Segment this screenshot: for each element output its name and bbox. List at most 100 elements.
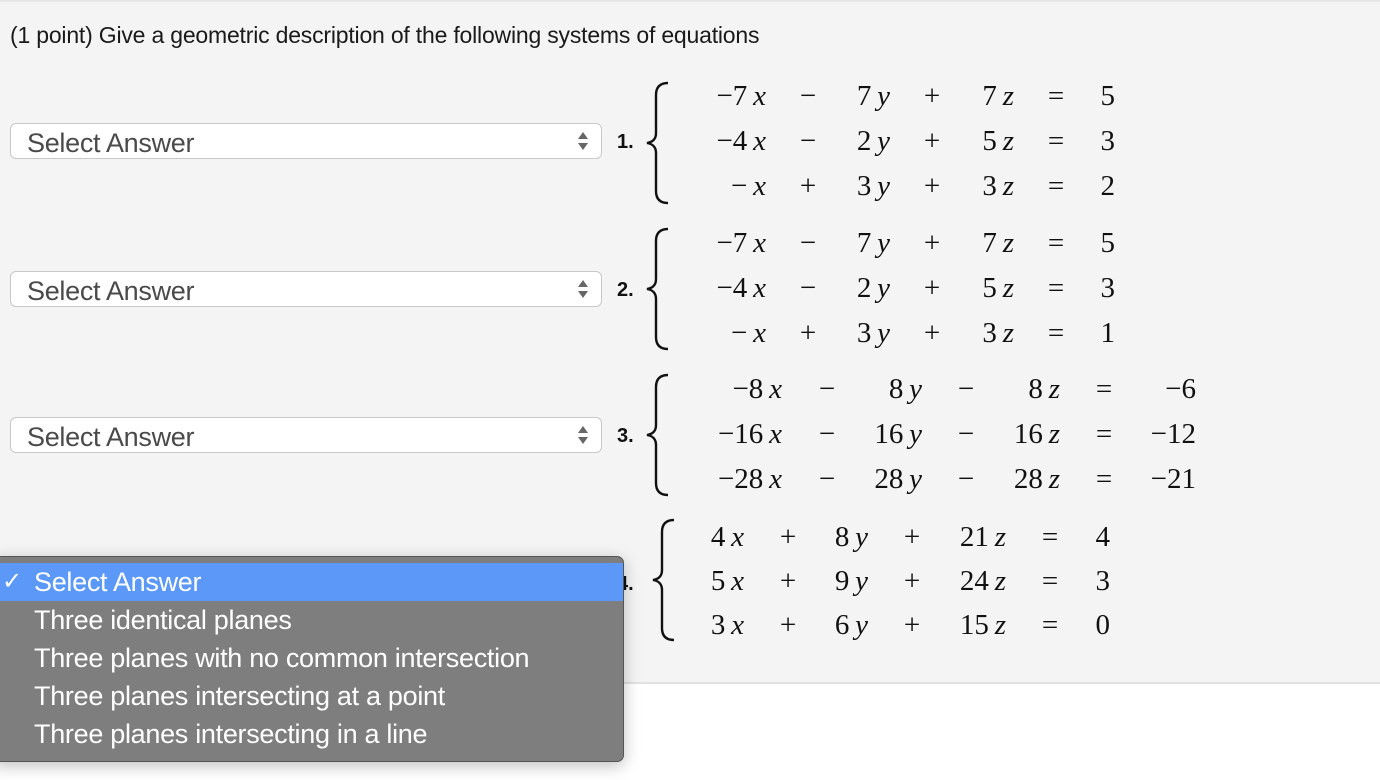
answer-select-4-menu[interactable]: ✓ Select Answer Three identical planes T…	[0, 556, 624, 762]
operator: +	[923, 317, 941, 349]
variable-z: z	[1042, 463, 1060, 495]
coefficient: 24	[959, 565, 989, 597]
right-hand-side: 2	[1100, 170, 1116, 202]
operator: −	[957, 463, 975, 495]
select-value: Select Answer	[27, 128, 195, 158]
select-value: Select Answer	[27, 422, 195, 452]
variable-y: y	[849, 521, 868, 553]
coefficient: 28	[874, 463, 904, 495]
coefficient: 3	[982, 317, 997, 349]
select-arrows-icon	[578, 426, 588, 444]
variable-z: z	[988, 609, 1006, 641]
variable-x: x	[725, 565, 744, 597]
right-hand-side: −6	[1165, 373, 1196, 405]
variable-x: x	[747, 80, 766, 112]
menu-option-intersecting-at-point[interactable]: Three planes intersecting at a point	[0, 677, 623, 715]
coefficient: 16	[874, 418, 904, 450]
right-hand-side: 5	[1100, 227, 1116, 259]
problem-number-1: 1.	[617, 131, 634, 153]
variable-x: x	[725, 521, 744, 553]
operator: −	[799, 125, 817, 157]
operator: +	[923, 227, 941, 259]
right-hand-side: 5	[1100, 80, 1116, 112]
coefficient: −	[730, 317, 748, 349]
coefficient: 7	[982, 80, 997, 112]
coefficient: −8	[732, 373, 764, 405]
coefficient: 21	[959, 521, 989, 553]
option-label: Three planes intersecting at a point	[34, 681, 445, 711]
coefficient: 8	[1028, 373, 1043, 405]
variable-z: z	[996, 170, 1014, 202]
coefficient: 3	[982, 170, 997, 202]
variable-x: x	[747, 227, 766, 259]
variable-y: y	[849, 609, 868, 641]
operator: −	[799, 80, 817, 112]
coefficient: 28	[1013, 463, 1043, 495]
problem-number-3: 3.	[617, 425, 634, 447]
term-x: −4 x	[646, 125, 766, 158]
term-x: −7 x	[646, 227, 766, 260]
operator: +	[903, 565, 921, 597]
variable-x: x	[763, 373, 782, 405]
term-x: −8 x	[662, 373, 782, 406]
variable-y: y	[849, 565, 868, 597]
variable-y: y	[871, 170, 890, 202]
problem-prompt: (1 point) Give a geometric description o…	[10, 22, 760, 48]
coefficient: 15	[959, 609, 989, 641]
coefficient: 6	[834, 609, 850, 641]
variable-y: y	[871, 80, 890, 112]
operator: +	[779, 609, 797, 641]
right-hand-side: −21	[1150, 463, 1196, 495]
option-label: Select Answer	[34, 567, 202, 597]
option-label: Three planes with no common intersection	[34, 643, 530, 673]
term-y: 6 y	[748, 609, 868, 642]
menu-option-intersecting-in-line[interactable]: Three planes intersecting in a line	[0, 715, 623, 753]
option-label: Three identical planes	[34, 605, 292, 635]
term-x: − x	[646, 317, 766, 350]
coefficient: 5	[982, 272, 997, 304]
term-x: −16 x	[662, 418, 782, 451]
menu-option-no-common-intersection[interactable]: Three planes with no common intersection	[0, 639, 623, 677]
coefficient: 2	[856, 272, 872, 304]
operator: +	[779, 565, 797, 597]
operator: +	[923, 80, 941, 112]
variable-y: y	[903, 463, 922, 495]
problem-number-2: 2.	[617, 279, 634, 301]
answer-select-1[interactable]: Select Answer	[10, 123, 602, 159]
operator: −	[957, 373, 975, 405]
variable-z: z	[988, 565, 1006, 597]
right-hand-side: 3	[1100, 125, 1116, 157]
menu-option-three-identical-planes[interactable]: Three identical planes	[0, 601, 623, 639]
variable-x: x	[747, 272, 766, 304]
term-x: −7 x	[646, 80, 766, 113]
variable-x: x	[747, 317, 766, 349]
operator: −	[799, 227, 817, 259]
term-y: 9 y	[748, 565, 868, 598]
variable-x: x	[747, 170, 766, 202]
term-y: 8 y	[748, 521, 868, 554]
operator: −	[818, 418, 836, 450]
variable-y: y	[903, 373, 922, 405]
operator: −	[818, 373, 836, 405]
menu-option-select-answer[interactable]: ✓ Select Answer	[0, 563, 623, 601]
term-x: 4 x	[624, 521, 744, 554]
answer-select-3[interactable]: Select Answer	[10, 417, 602, 453]
variable-z: z	[1042, 373, 1060, 405]
coefficient: 7	[856, 227, 872, 259]
checkmark-icon: ✓	[2, 568, 22, 595]
right-hand-side: 4	[1095, 521, 1111, 553]
operator: +	[923, 125, 941, 157]
right-hand-side: 0	[1095, 609, 1111, 641]
variable-x: x	[763, 463, 782, 495]
operator: −	[957, 418, 975, 450]
term-x: −4 x	[646, 272, 766, 305]
variable-y: y	[871, 317, 890, 349]
variable-z: z	[1042, 418, 1060, 450]
operator: +	[923, 272, 941, 304]
answer-select-2[interactable]: Select Answer	[10, 271, 602, 307]
option-label: Three planes intersecting in a line	[34, 719, 428, 749]
operator: +	[903, 609, 921, 641]
coefficient: 2	[856, 125, 872, 157]
variable-y: y	[903, 418, 922, 450]
term-x: 3 x	[624, 609, 744, 642]
